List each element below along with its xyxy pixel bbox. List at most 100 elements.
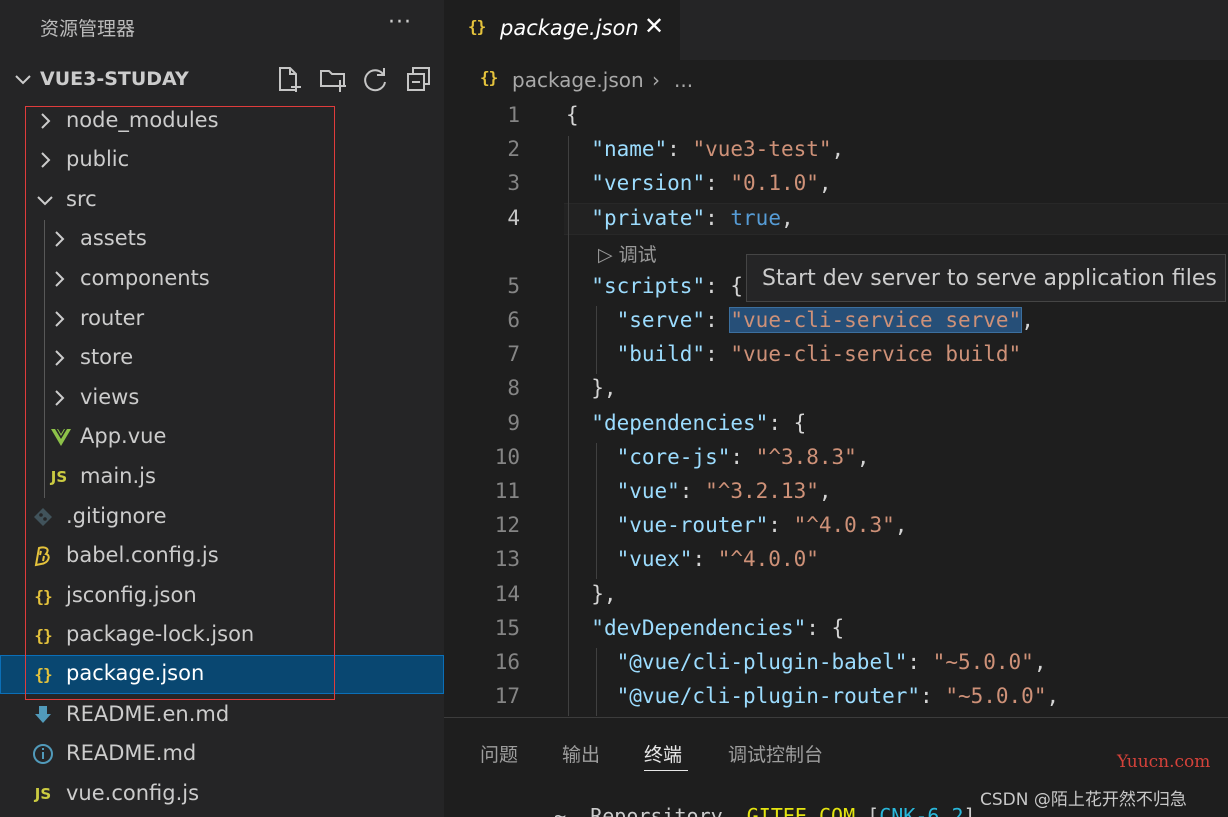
tree-item-readme-en[interactable]: README.en.md: [0, 696, 444, 735]
tree-item-label: components: [80, 266, 210, 290]
terminal-bracket-open: [: [855, 804, 880, 817]
code-line[interactable]: "vuex": "^4.0.0": [566, 547, 819, 571]
tab-label: package.json: [500, 16, 639, 40]
line-number: 9: [507, 411, 520, 435]
code-line[interactable]: "@vue/cli-plugin-router": "~5.0.0",: [566, 684, 1060, 708]
hover-tooltip-text: Start dev server to serve application fi…: [762, 266, 1217, 291]
tab-problems[interactable]: 问题: [480, 740, 518, 767]
js-icon: JS: [50, 468, 68, 486]
chevron-right-icon: [41, 113, 51, 129]
code-line[interactable]: "vue-router": "^4.0.3",: [566, 513, 908, 537]
breadcrumb-symbols[interactable]: ...: [674, 68, 693, 92]
tree-item-label: package-lock.json: [66, 622, 255, 646]
tree-item-label: store: [80, 345, 134, 369]
line-number: 3: [507, 171, 520, 195]
tree-item-public[interactable]: public: [0, 141, 444, 180]
watermark-site: Yuucn.com: [1117, 752, 1211, 772]
code-line[interactable]: "scripts": {: [566, 274, 743, 298]
line-number: 11: [494, 479, 520, 503]
tree-item-label: router: [80, 306, 145, 330]
json-icon: {}: [34, 664, 52, 684]
tree-item-jsconfig[interactable]: {} jsconfig.json: [0, 577, 444, 616]
close-icon[interactable]: ✕: [644, 12, 664, 40]
new-file-icon[interactable]: [274, 64, 304, 94]
tree-item-label: README.en.md: [66, 702, 230, 726]
tree-item-app-vue[interactable]: App.vue: [0, 418, 444, 457]
line-number: 17: [494, 684, 520, 708]
tree-item-components[interactable]: components: [0, 260, 444, 299]
tree-item-router[interactable]: router: [0, 300, 444, 339]
line-number: 14: [494, 582, 520, 606]
code-line[interactable]: "version": "0.1.0",: [566, 171, 831, 195]
json-icon: {}: [34, 586, 52, 606]
chevron-right-icon: [55, 271, 65, 287]
tree-item-vue-config[interactable]: JS vue.config.js: [0, 775, 444, 814]
code-line[interactable]: "name": "vue3-test",: [566, 137, 844, 161]
tab-package-json[interactable]: {} package.json ✕: [444, 0, 680, 60]
codelens-label: 调试: [618, 244, 657, 266]
tree-item-label: package.json: [66, 661, 205, 685]
code-line[interactable]: "devDependencies": {: [566, 616, 844, 640]
project-name: VUE3-STUDAY: [40, 68, 189, 90]
code-line[interactable]: "dependencies": {: [566, 411, 806, 435]
code-line[interactable]: "build": "vue-cli-service build": [566, 342, 1022, 366]
code-line[interactable]: "@vue/cli-plugin-babel": "~5.0.0",: [566, 650, 1047, 674]
chevron-right-icon: [55, 350, 65, 366]
line-number: 15: [494, 616, 520, 640]
chevron-right-icon: [55, 231, 65, 247]
terminal-bracket-close: ]: [963, 804, 976, 817]
babel-icon: [34, 546, 50, 567]
tree-item-gitignore[interactable]: .gitignore: [0, 498, 444, 537]
collapse-all-icon[interactable]: [404, 64, 434, 94]
active-tab-indicator: [644, 770, 688, 771]
tab-bar: {} package.json ✕: [444, 0, 1228, 60]
tree-item-package-json[interactable]: {} package.json: [0, 655, 444, 694]
code-line[interactable]: "vue": "^3.2.13",: [566, 479, 832, 503]
tree-item-label: README.md: [66, 741, 197, 765]
tree-item-babel-config[interactable]: babel.config.js: [0, 537, 444, 576]
tree-item-store[interactable]: store: [0, 339, 444, 378]
code-line[interactable]: },: [566, 582, 616, 606]
code-line[interactable]: "core-js": "^3.8.3",: [566, 445, 870, 469]
codelens-debug[interactable]: ▷ 调试: [598, 240, 657, 267]
tree-item-views[interactable]: views: [0, 379, 444, 418]
tab-terminal[interactable]: 终端: [644, 740, 682, 767]
tree-item-src[interactable]: src: [0, 181, 444, 220]
code-line[interactable]: "serve": "vue-cli-service serve",: [566, 307, 1034, 333]
terminal-host: GITEE.COM: [746, 804, 856, 817]
tree-item-package-lock[interactable]: {} package-lock.json: [0, 616, 444, 655]
play-icon: ▷: [598, 244, 613, 266]
new-folder-icon[interactable]: [318, 64, 348, 94]
code-line[interactable]: },: [566, 376, 616, 400]
tree-item-node_modules[interactable]: node_modules: [0, 102, 444, 141]
breadcrumb-file[interactable]: package.json: [512, 68, 644, 92]
js-icon: JS: [34, 785, 52, 803]
terminal-branch: CNK-6.2: [879, 804, 964, 817]
line-number: 6: [507, 308, 520, 332]
code-line[interactable]: "private": true,: [566, 206, 793, 230]
json-icon: {}: [468, 17, 486, 36]
tree-item-label: src: [66, 187, 97, 211]
refresh-icon[interactable]: [360, 64, 390, 94]
line-number: 10: [494, 445, 520, 469]
terminal-line: ~ Reporsitory GITEE.COM [CNK-6.2]: [530, 804, 976, 817]
tab-debug-console[interactable]: 调试控制台: [728, 740, 823, 767]
explorer-title: 资源管理器: [40, 18, 136, 40]
tab-output[interactable]: 输出: [562, 740, 600, 767]
line-number: 2: [507, 137, 520, 161]
tree-item-readme[interactable]: README.md: [0, 735, 444, 774]
watermark-author: CSDN @陌上花开然不归急: [980, 790, 1187, 810]
breadcrumb-separator: ›: [652, 68, 660, 92]
chevron-right-icon: [41, 152, 51, 168]
tree-item-assets[interactable]: assets: [0, 220, 444, 259]
tree-item-main-js[interactable]: JS main.js: [0, 458, 444, 497]
line-number: 16: [494, 650, 520, 674]
editor-area: {} package.json ✕ {} package.json › ... …: [444, 0, 1228, 717]
terminal-path: ~ Reporsitory: [530, 804, 747, 817]
more-actions-icon[interactable]: ···: [388, 10, 412, 35]
line-number: 5: [507, 274, 520, 298]
tree-item-label: vue.config.js: [66, 781, 200, 805]
code-line[interactable]: {: [566, 103, 579, 127]
download-arrow-icon: [35, 706, 51, 723]
vue-icon: [51, 429, 71, 446]
